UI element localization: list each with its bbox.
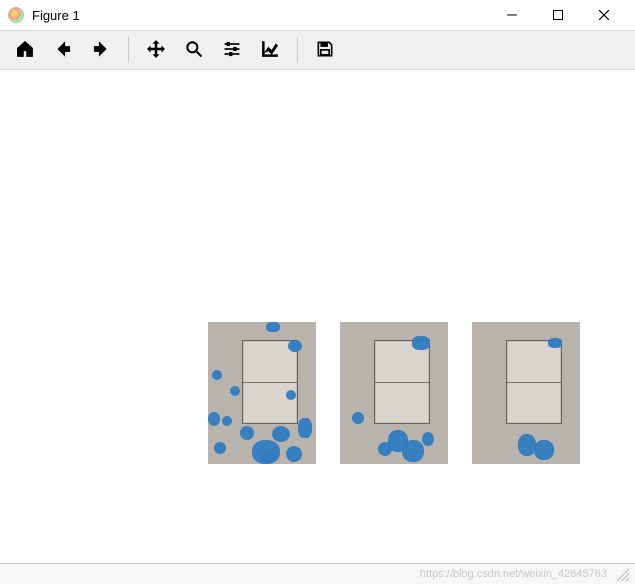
keypoint-icon: [240, 426, 254, 440]
configure-subplots-button[interactable]: [215, 33, 249, 67]
close-button[interactable]: [581, 0, 627, 30]
resize-grip-icon[interactable]: [615, 567, 629, 581]
keypoint-icon: [352, 412, 364, 424]
zoom-button[interactable]: [177, 33, 211, 67]
keypoint-icon: [272, 426, 290, 442]
watermark-text: https://blog.csdn.net/weixin_42645763: [420, 568, 607, 580]
keypoint-icon: [288, 340, 302, 352]
keypoint-icon: [230, 386, 240, 396]
keypoint-icon: [212, 370, 222, 380]
home-icon: [15, 39, 35, 62]
arrow-left-icon: [53, 39, 73, 62]
keypoint-icon: [402, 440, 424, 462]
separator: [128, 37, 129, 63]
keypoint-icon: [286, 390, 296, 400]
keypoint-icon: [260, 452, 274, 464]
keypoint-icon: [214, 442, 226, 454]
keypoint-icon: [534, 440, 554, 460]
switch-plate: [374, 340, 430, 424]
titlebar: Figure 1: [0, 0, 635, 30]
keypoint-icon: [412, 336, 430, 350]
keypoint-icon: [286, 446, 302, 462]
minimize-button[interactable]: [489, 0, 535, 30]
move-icon: [146, 39, 166, 62]
keypoint-icon: [378, 442, 392, 456]
save-button[interactable]: [308, 33, 342, 67]
switch-plate: [506, 340, 562, 424]
forward-button[interactable]: [84, 33, 118, 67]
subplot-1: [208, 322, 316, 464]
pan-button[interactable]: [139, 33, 173, 67]
figure-canvas[interactable]: [0, 70, 635, 564]
separator: [297, 37, 298, 63]
keypoint-icon: [222, 416, 232, 426]
app-icon: [8, 7, 24, 23]
keypoint-icon: [422, 432, 434, 446]
keypoint-icon: [208, 412, 220, 426]
keypoint-icon: [548, 338, 562, 348]
sliders-icon: [222, 39, 242, 62]
statusbar: https://blog.csdn.net/weixin_42645763: [0, 564, 635, 584]
arrow-right-icon: [91, 39, 111, 62]
maximize-button[interactable]: [535, 0, 581, 30]
chart-line-icon: [260, 39, 280, 62]
window-title: Figure 1: [32, 8, 80, 23]
edit-axis-button[interactable]: [253, 33, 287, 67]
home-button[interactable]: [8, 33, 42, 67]
save-icon: [315, 39, 335, 62]
subplot-2: [340, 322, 448, 464]
keypoint-icon: [298, 418, 312, 438]
switch-plate: [242, 340, 298, 424]
zoom-icon: [184, 39, 204, 62]
back-button[interactable]: [46, 33, 80, 67]
subplot-row: [208, 322, 580, 464]
subplot-3: [472, 322, 580, 464]
keypoint-icon: [266, 322, 280, 332]
toolbar: [0, 30, 635, 70]
